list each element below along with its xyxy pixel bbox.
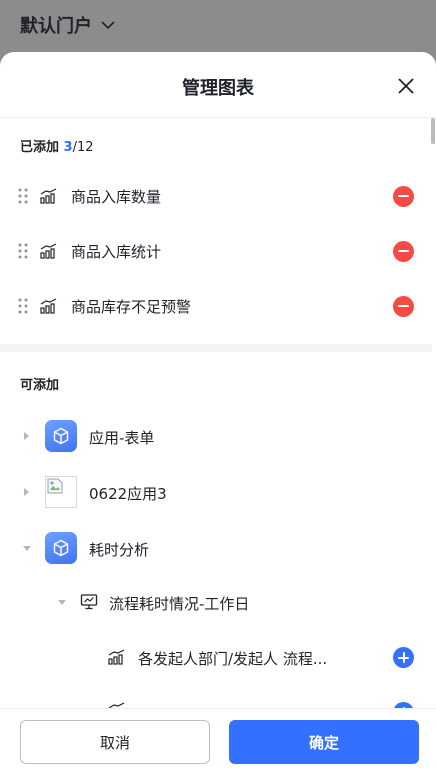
chart-icon xyxy=(40,243,57,259)
sheet-title: 管理图表 xyxy=(182,78,254,99)
drag-handle-icon[interactable] xyxy=(18,188,28,204)
scrollbar[interactable] xyxy=(431,118,436,708)
add-button[interactable] xyxy=(393,647,414,668)
added-section-title: 已添加 3/12 xyxy=(20,140,94,155)
portal-switcher[interactable]: 默认门户 xyxy=(20,12,116,38)
chart-icon xyxy=(108,649,125,665)
tree-item-app[interactable]: 0622应用3 xyxy=(0,472,430,512)
tree-item-app[interactable]: 应用-表单 xyxy=(0,416,430,456)
app-label: 耗时分析 xyxy=(89,541,150,559)
remove-button[interactable] xyxy=(393,295,414,317)
app-label: 应用-表单 xyxy=(89,429,155,447)
remove-button[interactable] xyxy=(393,240,414,262)
scroll-thumb[interactable] xyxy=(431,118,435,144)
drag-handle-icon[interactable] xyxy=(18,243,28,259)
caret-right-icon[interactable] xyxy=(24,432,29,440)
chart-label: 各发起人部门/发起人 流程... xyxy=(138,650,328,668)
portal-title: 默认门户 xyxy=(20,16,92,37)
chart-icon xyxy=(40,188,57,204)
tree-item-chart[interactable]: 各发起人部门/发起人 流程... xyxy=(0,637,430,677)
available-section-title: 可添加 xyxy=(20,378,60,393)
sheet-footer: 取消 确定 xyxy=(0,708,436,776)
chevron-down-icon xyxy=(101,21,115,30)
section-divider xyxy=(0,344,432,352)
caret-right-icon[interactable] xyxy=(24,488,29,496)
tree-item-app[interactable]: 耗时分析 xyxy=(0,528,430,568)
remove-button[interactable] xyxy=(393,185,414,207)
added-count: 3 xyxy=(63,140,73,155)
manage-charts-sheet: 管理图表 已添加 3/12 商品入库数量 商品入库统计 商品库存不足预警 可添加… xyxy=(0,52,436,776)
added-chart-label: 商品入库数量 xyxy=(71,187,162,206)
caret-down-icon[interactable] xyxy=(58,600,66,605)
group-label: 流程耗时情况-工作日 xyxy=(109,595,250,613)
app-label: 0622应用3 xyxy=(89,485,167,503)
app-cube-icon xyxy=(45,420,77,452)
added-chart-label: 商品入库统计 xyxy=(71,242,162,261)
confirm-button[interactable]: 确定 xyxy=(229,720,419,764)
app-cube-icon xyxy=(45,532,77,564)
added-chart-item[interactable]: 商品入库统计 xyxy=(0,231,430,271)
caret-down-icon[interactable] xyxy=(23,546,31,551)
cancel-button[interactable]: 取消 xyxy=(20,720,210,764)
added-chart-item[interactable]: 商品入库数量 xyxy=(0,176,430,216)
drag-handle-icon[interactable] xyxy=(18,298,28,314)
dashboard-icon xyxy=(80,594,98,610)
tree-item-group[interactable]: 流程耗时情况-工作日 xyxy=(0,582,430,622)
added-chart-label: 商品库存不足预警 xyxy=(71,297,192,316)
close-icon[interactable] xyxy=(396,76,416,96)
added-chart-item[interactable]: 商品库存不足预警 xyxy=(0,286,430,326)
added-total: /12 xyxy=(72,140,94,155)
chart-icon xyxy=(40,298,57,314)
portal-topbar: 默认门户 xyxy=(0,0,436,56)
sheet-header: 管理图表 xyxy=(0,52,436,118)
broken-image-icon xyxy=(45,476,77,508)
